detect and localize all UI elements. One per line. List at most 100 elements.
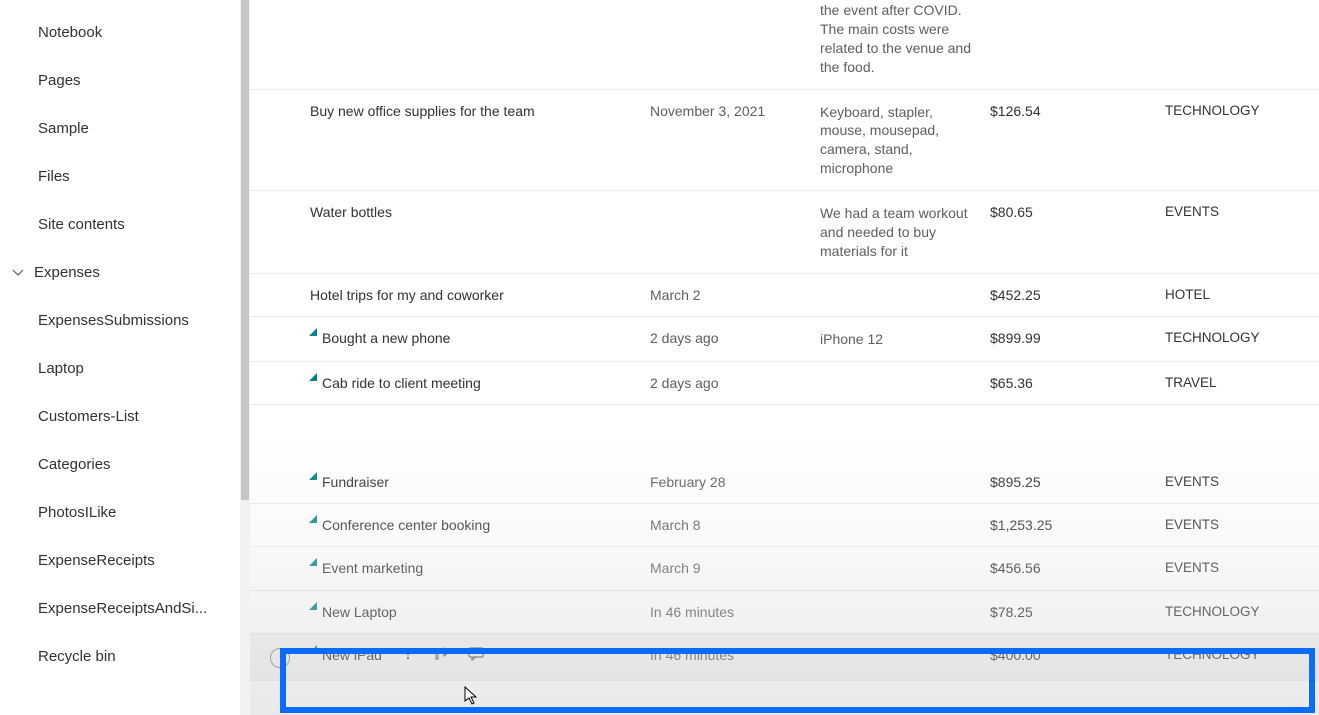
nav-files[interactable]: Files [0,152,250,200]
row-select-cell [250,0,310,2]
nav-label: Categories [38,456,111,473]
new-item-icon [310,376,320,390]
row-title-text[interactable]: Hotel trips for my and coworker [310,286,504,304]
row-select-cell [250,473,310,475]
row-category: HOTEL [1165,286,1285,302]
row-category [1165,0,1285,1]
nav-recycle-bin[interactable]: Recycle bin [0,632,250,680]
nav-label: Sample [38,120,89,137]
table-row[interactable]: Conference center bookingMarch 8$1,253.2… [250,504,1319,547]
row-select-cell [250,374,310,376]
row-title-text[interactable]: Buy new office supplies for the team [310,102,535,120]
row-select-circle[interactable] [270,648,290,668]
new-item-icon [310,475,320,489]
row-amount [990,0,1165,1]
nav-label: Site contents [38,216,125,233]
row-title-text[interactable]: Fundraiser [322,473,389,491]
row-description [820,516,990,517]
comment-icon[interactable] [468,646,484,662]
nav-laptop[interactable]: Laptop [0,344,250,392]
row-description: Keyboard, stapler, mouse, mousepad, came… [820,102,990,179]
nav-section-expenses[interactable]: Expenses [0,248,250,296]
nav-site-contents[interactable]: Site contents [0,200,250,248]
row-amount: $400.00 [990,646,1165,663]
row-amount: $895.25 [990,473,1165,490]
new-item-icon [310,518,320,532]
row-amount: $899.99 [990,329,1165,346]
nav-sample[interactable]: Sample [0,104,250,152]
new-item-icon [310,561,320,575]
row-select-cell [250,559,310,561]
row-title-cell: Event marketing [310,559,650,577]
nav-label: Recycle bin [38,648,116,665]
table-row[interactable]: Cab ride to client meeting 2 days ago $65.… [250,362,1319,405]
table-row[interactable]: the event after COVID. The main costs we… [250,0,1319,90]
row-title-text[interactable]: Bought a new phone [322,329,450,347]
row-description: iPhone 12 [820,329,990,349]
row-title-text[interactable]: Cab ride to client meeting [322,374,481,392]
nav-categories[interactable]: Categories [0,440,250,488]
row-title-text[interactable]: Water bottles [310,203,392,221]
row-date: February 28 [650,473,820,490]
row-date: March 2 [650,286,820,303]
nav-customers-list[interactable]: Customers-List [0,392,250,440]
table-row[interactable]: Water bottlesWe had a team workout and n… [250,191,1319,274]
row-title-cell: Buy new office supplies for the team [310,102,650,120]
row-description [820,286,990,287]
row-date: March 9 [650,559,820,576]
table-row[interactable]: Event marketing March 9 $456.56EVENTS [250,547,1319,590]
row-title-text[interactable]: Event marketing [322,559,423,577]
table-row[interactable]: Buy new office supplies for the team Nove… [250,90,1319,192]
row-category: TECHNOLOGY [1165,603,1285,619]
main-list: the event after COVID. The main costs we… [250,0,1319,715]
sidebar-scrollbar-track[interactable] [240,0,250,715]
row-date: 2 days ago [650,374,820,391]
row-title-text[interactable]: New iPad [322,646,382,664]
row-date: November 3, 2021 [650,102,820,119]
nav-pages[interactable]: Pages [0,56,250,104]
row-description [820,374,990,375]
table-row[interactable]: Hotel trips for my and coworkerMarch 2$4… [250,274,1319,317]
row-amount: $456.56 [990,559,1165,576]
row-category: TECHNOLOGY [1165,646,1285,662]
row-category: EVENTS [1165,473,1285,489]
row-title-text[interactable]: Conference center booking [322,516,490,534]
nav-notebook[interactable]: Notebook [0,8,250,56]
row-title-cell: Fundraiser [310,473,650,491]
row-date: 2 days ago [650,329,820,346]
nav-expenses-submissions[interactable]: ExpensesSubmissions [0,296,250,344]
sidebar: Notebook Pages Sample Files Site content… [0,0,250,715]
nav-label: Notebook [38,24,102,41]
new-item-icon [310,605,320,619]
nav-photos-i-like[interactable]: PhotosILike [0,488,250,536]
row-title-cell: Hotel trips for my and coworker [310,286,650,304]
row-description: the event after COVID. The main costs we… [820,0,990,77]
table-row[interactable]: Bought a new phone 2 days agoiPhone 12$89… [250,317,1319,362]
table-row[interactable]: New LaptopIn 46 minutes$78.25TECHNOLOGY [250,591,1319,634]
nav-label: Pages [38,72,81,89]
row-category: EVENTS [1165,559,1285,575]
nav-label: PhotosILike [38,504,116,521]
nav-label: Laptop [38,360,84,377]
row-description [820,603,990,604]
row-description [820,559,990,560]
table-row[interactable]: New iPadIn 46 minutes$400.00TECHNOLOGY [250,634,1319,681]
row-amount: $65.36 [990,374,1165,391]
row-select-cell [250,516,310,518]
row-date [650,0,820,1]
more-icon[interactable] [400,646,416,662]
row-select-cell [250,329,310,331]
nav-expense-receipts[interactable]: ExpenseReceipts [0,536,250,584]
share-icon[interactable] [434,646,450,662]
row-actions [400,646,484,662]
sidebar-scrollbar-thumb[interactable] [241,0,249,500]
row-date: In 46 minutes [650,603,820,620]
table-row[interactable]: Fundraiser February 28 $895.25EVENTS [250,461,1319,504]
nav-expense-receipts-and-si[interactable]: ExpenseReceiptsAndSi... [0,584,250,632]
row-amount: $126.54 [990,102,1165,119]
row-date: March 8 [650,516,820,533]
row-title-text[interactable]: New Laptop [322,603,397,621]
row-select-cell [250,286,310,288]
row-title-cell: Bought a new phone [310,329,650,347]
row-title-cell: Conference center booking [310,516,650,534]
